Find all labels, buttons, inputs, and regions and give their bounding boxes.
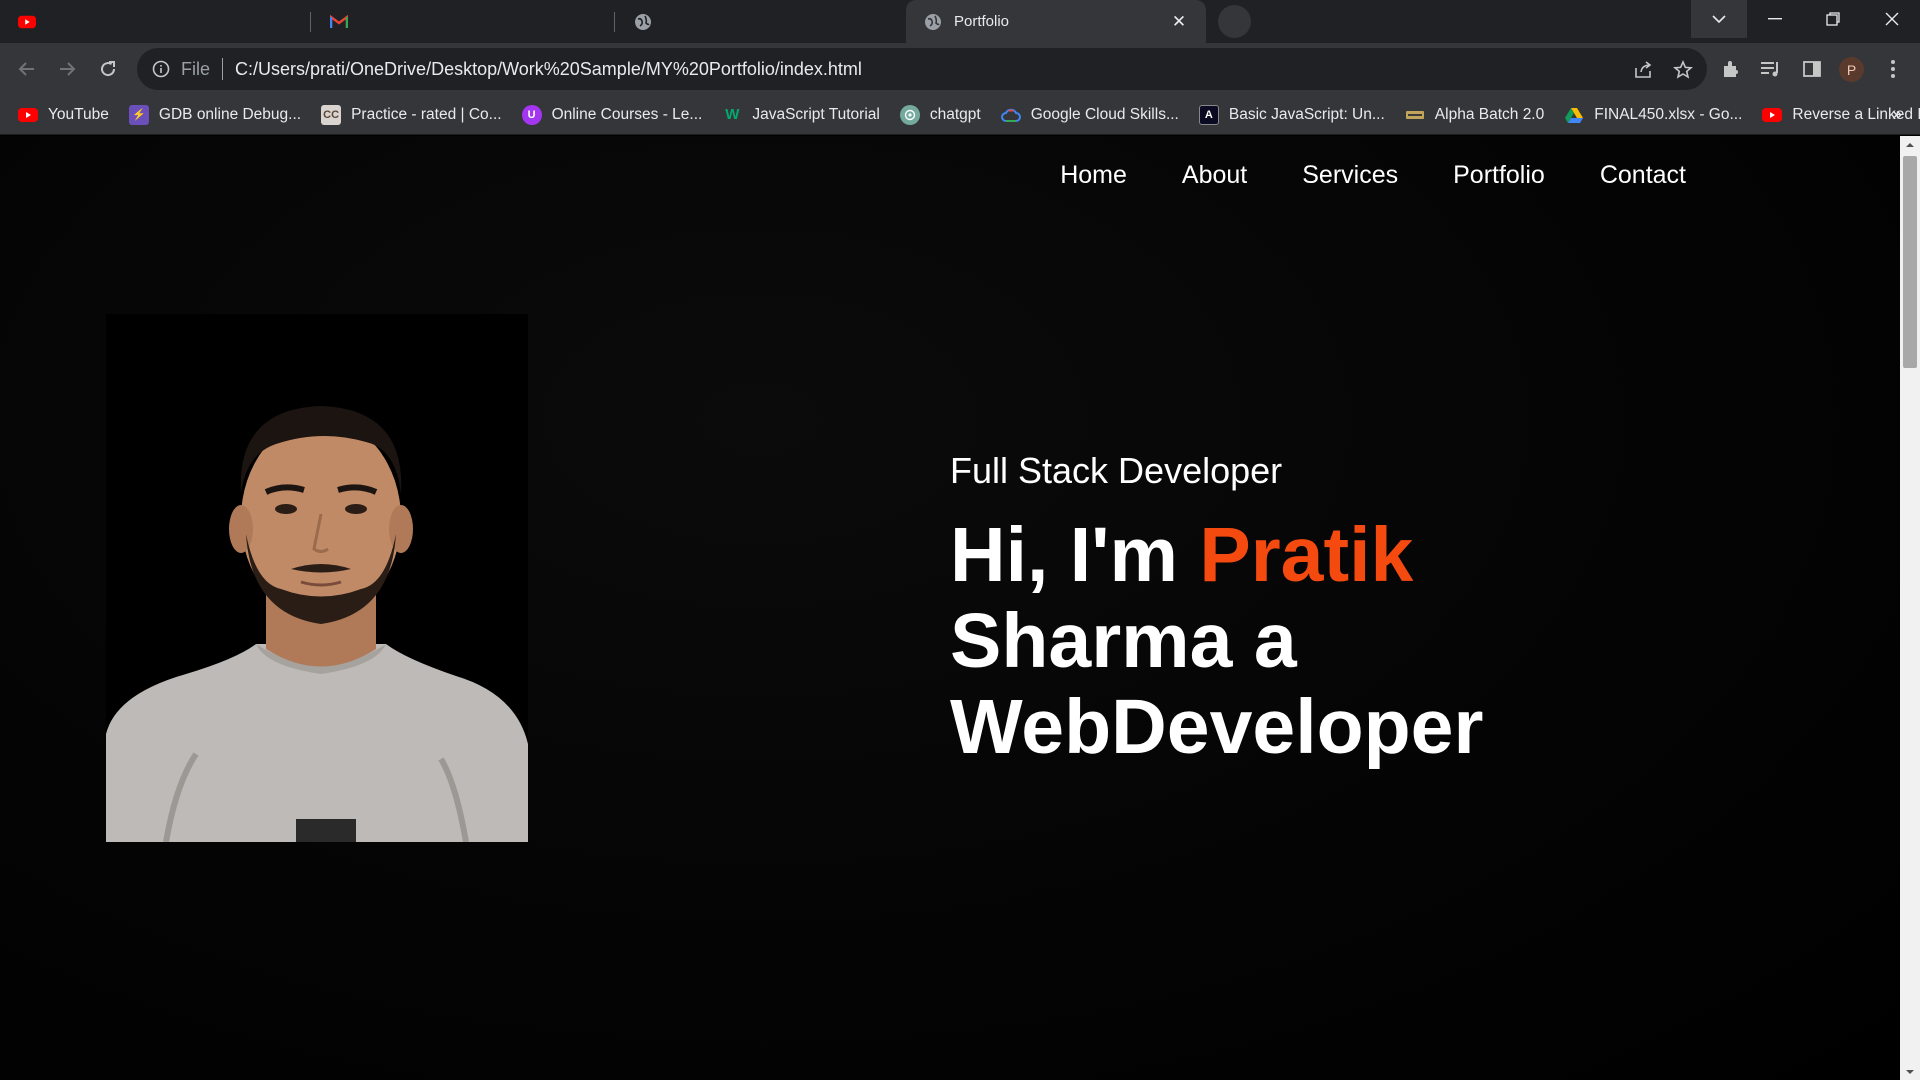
tab-portfolio[interactable]: Portfolio ✕ (906, 0, 1206, 43)
back-button[interactable] (9, 51, 45, 87)
minimize-icon (1768, 18, 1782, 20)
hero-section: Full Stack Developer Hi, I'm Pratik Shar… (950, 450, 1650, 770)
youtube-icon (18, 13, 36, 31)
close-window-button[interactable] (1864, 0, 1920, 38)
tab-separator (310, 12, 311, 32)
divider (222, 58, 224, 80)
bookmark-star-icon[interactable] (1671, 58, 1695, 82)
reload-button[interactable] (90, 51, 126, 87)
bookmark-label: Alpha Batch 2.0 (1434, 105, 1545, 123)
forward-button[interactable] (49, 51, 85, 87)
hero-name: Pratik (1199, 512, 1414, 598)
hero-line-3: WebDeveloper (950, 684, 1484, 770)
bookmark-label: Practice - rated | Co... (351, 105, 502, 123)
bookmark-label: Google Cloud Skills... (1030, 105, 1179, 123)
gcloud-icon (1000, 105, 1021, 125)
fcc-icon: A (1198, 104, 1219, 125)
w3-icon: W (725, 106, 740, 123)
bookmark-final450[interactable]: FINAL450.xlsx - Go... (1564, 105, 1742, 125)
profile-avatar[interactable]: P (1839, 57, 1864, 82)
more-menu-icon[interactable] (1880, 56, 1906, 82)
page-viewport: Home About Services Portfolio Contact Fu… (0, 136, 1900, 1080)
nav-portfolio-link[interactable]: Portfolio (1453, 161, 1545, 190)
bookmark-label: GDB online Debug... (158, 105, 302, 123)
arrow-right-icon (60, 62, 76, 76)
bookmark-udemy[interactable]: U Online Courses - Le... (521, 104, 703, 125)
apna-icon (1405, 105, 1425, 125)
scroll-down-arrow-icon[interactable] (1900, 1063, 1920, 1080)
bookmark-label: Basic JavaScript: Un... (1228, 105, 1385, 123)
restore-button[interactable] (1805, 0, 1861, 38)
chevron-down-icon (1712, 15, 1726, 24)
bookmark-alpha-batch[interactable]: Alpha Batch 2.0 (1405, 105, 1544, 125)
bookmark-youtube[interactable]: YouTube (18, 105, 109, 125)
bookmark-chatgpt[interactable]: chatgpt (899, 104, 981, 125)
openai-icon (899, 104, 920, 125)
side-panel-icon[interactable] (1799, 56, 1825, 82)
hero-greeting: Hi, I'm (950, 512, 1200, 598)
close-icon (1885, 12, 1899, 26)
arrow-left-icon (18, 62, 34, 76)
bolt-icon: ⚡ (128, 104, 149, 125)
udemy-icon: U (521, 104, 542, 125)
scrollbar-thumb[interactable] (1903, 156, 1917, 368)
media-queue-icon[interactable] (1758, 56, 1784, 82)
url-text[interactable]: C:/Users/prati/OneDrive/Desktop/Work%20S… (235, 59, 862, 80)
site-navigation: Home About Services Portfolio Contact (1060, 161, 1686, 190)
tab-blank[interactable] (616, 0, 906, 43)
gmail-icon (330, 13, 348, 31)
gdrive-icon (1564, 105, 1584, 125)
nav-contact-link[interactable]: Contact (1600, 161, 1686, 190)
address-bar[interactable]: File C:/Users/prati/OneDrive/Desktop/Wor… (137, 48, 1707, 90)
hero-heading: Hi, I'm Pratik Sharma a WebDeveloper (950, 512, 1650, 770)
bookmark-label: YouTube (48, 105, 109, 123)
tab-separator (614, 12, 615, 32)
nav-about-link[interactable]: About (1182, 161, 1247, 190)
bookmark-google-cloud[interactable]: Google Cloud Skills... (1000, 105, 1179, 125)
browser-toolbar: File C:/Users/prati/OneDrive/Desktop/Wor… (0, 43, 1920, 95)
hero-subtitle: Full Stack Developer (950, 450, 1283, 491)
info-icon[interactable] (151, 59, 171, 79)
profile-photo (106, 314, 528, 842)
globe-icon (924, 13, 942, 31)
scroll-up-arrow-icon[interactable] (1900, 136, 1920, 153)
scheme-label: File (181, 58, 211, 79)
minimize-button[interactable] (1747, 0, 1803, 38)
extensions-icon[interactable] (1718, 56, 1744, 82)
bookmark-label: Online Courses - Le... (551, 105, 703, 123)
tab-gmail[interactable] (312, 0, 614, 43)
bookmark-w3schools[interactable]: W JavaScript Tutorial (722, 105, 880, 125)
tab-title: Portfolio (954, 13, 1010, 30)
tab-strip: Portfolio ✕ (0, 0, 1920, 43)
reload-icon (101, 61, 116, 77)
bookmark-label: JavaScript Tutorial (752, 105, 880, 123)
nav-home-link[interactable]: Home (1060, 161, 1127, 190)
tab-search-button[interactable] (1691, 0, 1747, 38)
codechef-icon: CC (321, 104, 342, 125)
youtube-icon (1762, 105, 1783, 125)
tab-youtube[interactable] (0, 0, 310, 43)
youtube-icon (18, 105, 38, 125)
globe-icon (634, 13, 652, 31)
restore-icon (1826, 12, 1840, 26)
new-tab-button[interactable] (1218, 5, 1251, 38)
share-icon[interactable] (1631, 58, 1655, 82)
hero-line-2: Sharma a (950, 598, 1297, 684)
bookmark-label: chatgpt (929, 105, 981, 123)
page-scrollbar[interactable] (1900, 136, 1920, 1080)
bookmarks-overflow-button[interactable]: » (1892, 104, 1902, 125)
bookmarks-bar: YouTube ⚡ GDB online Debug... CC Practic… (0, 95, 1920, 135)
bookmark-freecodecamp[interactable]: A Basic JavaScript: Un... (1198, 104, 1385, 125)
close-tab-icon[interactable]: ✕ (1170, 12, 1188, 32)
bookmark-label: FINAL450.xlsx - Go... (1594, 105, 1743, 123)
bookmark-gdb[interactable]: ⚡ GDB online Debug... (128, 104, 302, 125)
bookmark-codechef[interactable]: CC Practice - rated | Co... (321, 104, 502, 125)
nav-services-link[interactable]: Services (1302, 161, 1398, 190)
